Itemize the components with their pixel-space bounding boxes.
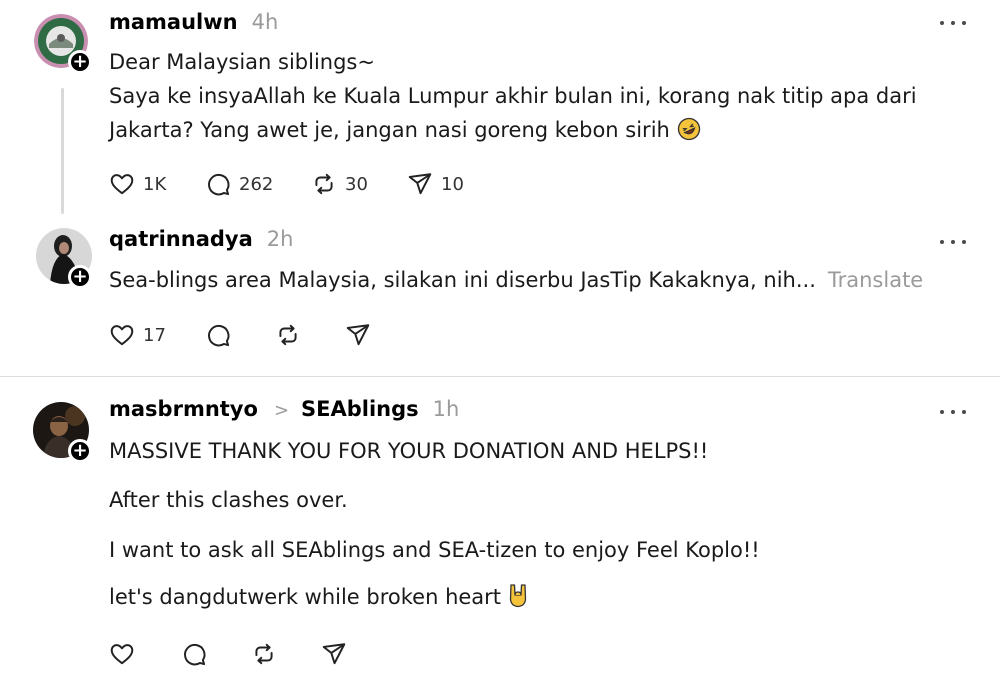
like-button[interactable] — [109, 639, 135, 669]
translate-link[interactable]: Translate — [828, 268, 923, 292]
thread-line — [61, 88, 64, 214]
repost-count: 30 — [345, 173, 368, 195]
repost-icon — [279, 324, 297, 346]
send-icon — [408, 173, 432, 195]
more-icon[interactable] — [940, 18, 966, 28]
post-paragraph: MASSIVE THANK YOU FOR YOUR DONATION AND … — [109, 439, 709, 463]
post-text-line-with-emoji: Jakarta? Yang awet je, jangan nasi goren… — [109, 113, 701, 151]
post-header: mamaulwn 4h — [109, 10, 278, 40]
sign-of-the-horns-emoji — [508, 582, 528, 618]
share-count: 10 — [441, 173, 464, 195]
share-button[interactable] — [345, 320, 371, 350]
post-text-line: Saya ke insyaAllah ke Kuala Lumpur akhir… — [109, 84, 917, 108]
more-icon[interactable] — [940, 407, 966, 417]
comment-button[interactable]: 262 — [205, 169, 273, 199]
post-text-line: Dear Malaysian siblings~ — [109, 50, 375, 74]
post-header: masbrmntyo > SEAblings 1h — [109, 397, 459, 427]
post-actions — [109, 639, 359, 669]
like-count: 1K — [143, 173, 167, 195]
post-text: let's dangdutwerk while broken heart — [109, 585, 502, 609]
post-text: Jakarta? Yang awet je, jangan nasi goren… — [109, 118, 670, 142]
repost-button[interactable]: 30 — [311, 169, 368, 199]
follow-plus-icon[interactable]: + — [68, 439, 92, 463]
like-button[interactable]: 1K — [109, 169, 166, 199]
comment-icon — [208, 173, 230, 196]
post-qatrinnadya: + qatrinnadya 2h Sea-blings area Malaysi… — [0, 225, 1000, 375]
username[interactable]: mamaulwn — [109, 10, 238, 34]
timestamp[interactable]: 1h — [433, 397, 460, 421]
post-header: qatrinnadya 2h — [109, 227, 293, 257]
comment-icon — [208, 324, 230, 347]
post-text: Sea-blings area Malaysia, silakan ini di… — [109, 268, 816, 292]
repost-button[interactable] — [251, 639, 277, 669]
username[interactable]: masbrmntyo — [109, 397, 258, 421]
timestamp[interactable]: 2h — [267, 227, 294, 251]
like-count: 17 — [143, 324, 166, 346]
chevron-right-icon: > — [273, 400, 290, 421]
share-button[interactable] — [321, 639, 347, 669]
like-button[interactable]: 17 — [109, 320, 166, 350]
post-mamaulwn: + mamaulwn 4h Dear Malaysian siblings~ S… — [0, 0, 1000, 225]
repost-button[interactable] — [275, 320, 301, 350]
comment-button[interactable] — [181, 639, 207, 669]
post-masbrmntyo: + masbrmntyo > SEAblings 1h MASSIVE THAN… — [0, 377, 1000, 674]
rolling-on-floor-laughing-emoji — [677, 117, 701, 151]
heart-icon — [110, 644, 134, 665]
post-paragraph: I want to ask all SEAblings and SEA-tize… — [109, 538, 760, 562]
repost-icon — [255, 643, 273, 665]
send-icon — [322, 643, 346, 665]
topic-tag[interactable]: SEAblings — [301, 397, 419, 421]
post-actions: 1K 262 30 10 — [109, 169, 489, 199]
post-text-line: Sea-blings area Malaysia, silakan ini di… — [109, 263, 923, 297]
post-actions: 17 — [109, 320, 379, 350]
comment-button[interactable] — [205, 320, 231, 350]
timestamp[interactable]: 4h — [252, 10, 279, 34]
comment-icon — [184, 643, 206, 666]
repost-icon — [315, 173, 333, 195]
heart-icon — [110, 325, 134, 346]
share-button[interactable]: 10 — [407, 169, 464, 199]
heart-icon — [110, 174, 134, 195]
follow-plus-icon[interactable]: + — [68, 50, 92, 74]
send-icon — [346, 324, 370, 346]
follow-plus-icon[interactable]: + — [68, 265, 92, 289]
more-icon[interactable] — [940, 237, 966, 247]
post-paragraph: After this clashes over. — [109, 488, 348, 512]
post-paragraph-with-emoji: let's dangdutwerk while broken heart — [109, 580, 528, 618]
username[interactable]: qatrinnadya — [109, 227, 253, 251]
comment-count: 262 — [239, 173, 274, 195]
